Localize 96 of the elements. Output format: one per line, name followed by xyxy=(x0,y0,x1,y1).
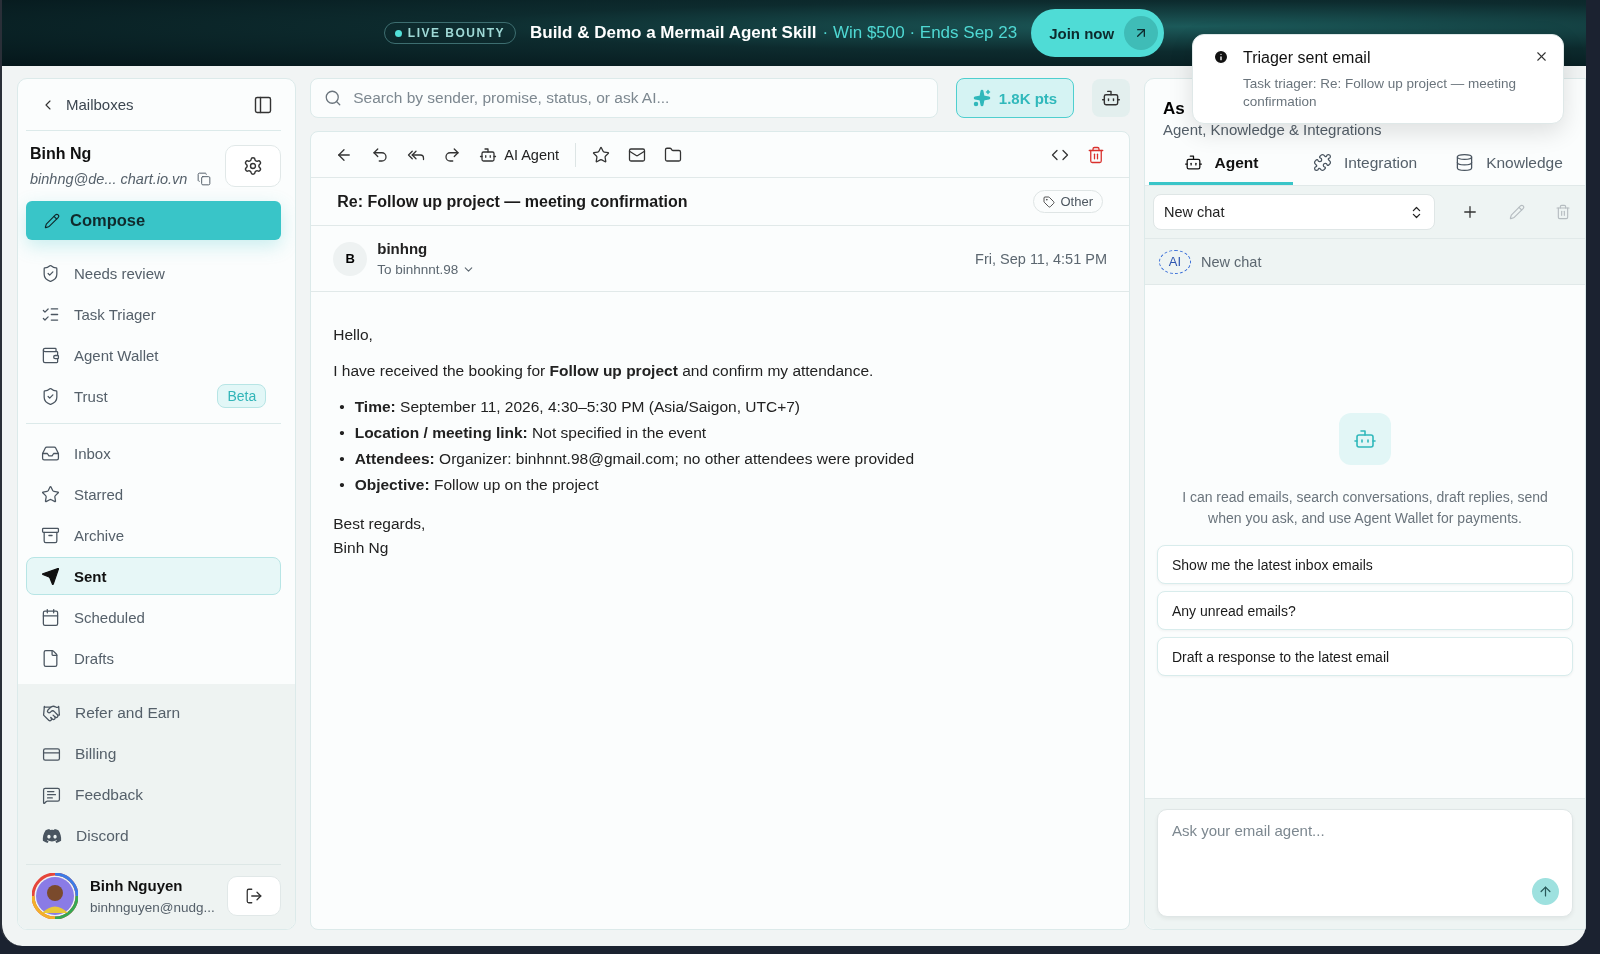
calendar-icon xyxy=(41,607,60,627)
email-subject: Re: Follow up project — meeting confirmation xyxy=(337,192,688,211)
nav-item[interactable]: Sent xyxy=(26,557,282,595)
email-paragraph: I have received the booking for Follow up project and confirm my attendance. xyxy=(333,362,875,380)
logout-button[interactable] xyxy=(226,876,282,916)
database-icon xyxy=(1455,153,1475,172)
mailboxes-link[interactable]: Mailboxes xyxy=(40,96,134,113)
beta-badge: Beta xyxy=(217,384,267,408)
toast-body: Task triager: Re: Follow up project — meeting confirmation xyxy=(1243,75,1518,111)
agent-button[interactable] xyxy=(1092,79,1130,117)
nav-item[interactable]: Starred xyxy=(26,475,282,513)
document-icon xyxy=(41,648,60,668)
footer-link[interactable]: Billing xyxy=(26,735,282,773)
suggestion-button[interactable]: Any unread emails? xyxy=(1157,591,1573,630)
footer-link[interactable]: Feedback xyxy=(26,776,282,814)
footer-link[interactable]: Discord xyxy=(26,817,282,855)
shield-check-icon xyxy=(41,386,60,406)
reply-icon xyxy=(371,145,390,164)
nav-item[interactable]: Task Triager xyxy=(26,295,282,333)
account-email: binhng@de... chart.io.vn xyxy=(30,171,188,187)
sender-avatar: B xyxy=(333,241,368,276)
assistant-subtitle: Agent, Knowledge & Integrations xyxy=(1163,121,1382,138)
logout-icon xyxy=(245,887,263,905)
search-field[interactable]: Search by sender, promise, status, or ask AI... xyxy=(310,78,938,118)
banner-highlight: · Win $500 · Ends Sep 23 xyxy=(822,23,1018,43)
panel-tab[interactable]: Integration xyxy=(1293,143,1437,185)
trash-icon xyxy=(1087,145,1105,164)
shield-check-icon xyxy=(41,263,60,283)
settings-icon xyxy=(243,156,264,176)
chat-select[interactable]: New chat xyxy=(1153,194,1435,230)
footer-link[interactable]: Refer and Earn xyxy=(26,694,282,732)
greeting: Hello, xyxy=(333,326,374,344)
nav-item[interactable]: Trust Beta xyxy=(26,377,282,415)
banner-title: Build & Demo a Mermail Agent Skill xyxy=(529,23,817,43)
detail-item: Attendees: Organizer: binhnnt.98@gmail.com; no other attendees were provided xyxy=(354,450,915,468)
robot-icon xyxy=(1183,153,1203,172)
search-icon xyxy=(324,89,343,107)
closing-line: Best regards, xyxy=(333,514,427,534)
user-email: binhnguyen@nudg... xyxy=(90,900,215,915)
suggestion-button[interactable]: Show me the latest inbox emails xyxy=(1157,545,1573,584)
folder-icon xyxy=(664,145,683,164)
robot-icon xyxy=(1353,427,1377,451)
bullet-mark: • xyxy=(339,476,345,494)
email-date: Fri, Sep 11, 4:51 PM xyxy=(975,250,1107,267)
nav-item[interactable]: Archive xyxy=(26,516,282,554)
pencil-icon xyxy=(44,212,60,229)
handshake-icon xyxy=(42,703,61,723)
bullet-mark: • xyxy=(339,424,345,442)
closing-line: Binh Ng xyxy=(333,538,390,558)
recipient-link[interactable]: To binhnnt.98 xyxy=(377,262,476,277)
nav-item[interactable]: Drafts xyxy=(26,639,282,677)
nav-item[interactable]: Agent Wallet xyxy=(26,336,282,374)
tag-icon xyxy=(1043,195,1056,208)
info-icon xyxy=(1213,49,1229,65)
account-name: Binh Ng xyxy=(30,145,93,163)
message-field[interactable]: Ask your email agent... xyxy=(1157,809,1573,917)
detail-item: Time: September 11, 2026, 4:30–5:30 PM (Asia/Saigon, UTC+7) xyxy=(354,398,800,416)
user-avatar xyxy=(32,873,78,919)
archive-box-icon xyxy=(41,525,60,545)
panel-icon xyxy=(253,94,274,115)
pencil-icon xyxy=(1509,204,1525,220)
join-button[interactable]: Join now xyxy=(1031,9,1165,57)
panel-tab[interactable]: Knowledge xyxy=(1437,143,1581,185)
ai-agent-button[interactable]: AI Agent xyxy=(477,143,562,166)
paper-plane-icon xyxy=(41,566,60,586)
trash-icon xyxy=(1555,204,1571,220)
message-icon xyxy=(42,785,61,805)
plus-icon xyxy=(1461,203,1479,221)
robot-icon xyxy=(479,145,498,164)
puzzle-icon xyxy=(1312,153,1332,172)
star-icon xyxy=(592,145,611,164)
chat-item[interactable]: AI New chat xyxy=(1145,239,1585,285)
star-icon xyxy=(41,484,60,504)
compose-button[interactable]: Compose xyxy=(26,201,282,240)
detail-item: Objective: Follow up on the project xyxy=(354,476,599,494)
copy-icon xyxy=(197,172,212,186)
nav-item[interactable]: Needs review xyxy=(26,254,282,292)
toast-title: Triager sent email xyxy=(1243,49,1372,67)
settings-button[interactable] xyxy=(225,145,282,187)
agent-intro: I can read emails, search conversations, draft replies, send when you ask, and use Agent Wallet for payments. xyxy=(1181,488,1549,528)
wallet-icon xyxy=(41,345,60,365)
assistant-title: As xyxy=(1163,99,1185,119)
user-name: Binh Nguyen xyxy=(90,877,184,894)
detail-item: Location / meeting link: Not specified in the event xyxy=(354,424,707,442)
mail-icon xyxy=(628,145,647,164)
sparkle-icon xyxy=(972,89,991,107)
nav-item[interactable]: Inbox xyxy=(26,434,282,472)
suggestion-button[interactable]: Draft a response to the latest email xyxy=(1157,637,1573,676)
nav-item[interactable]: Scheduled xyxy=(26,598,282,636)
discord-icon xyxy=(42,826,62,846)
bullet-mark: • xyxy=(339,450,345,468)
robot-icon xyxy=(1101,88,1121,108)
close-icon xyxy=(1534,49,1549,64)
forward-icon xyxy=(443,145,462,164)
sender-name: binhng xyxy=(377,240,429,257)
bullet-mark: • xyxy=(339,398,345,416)
